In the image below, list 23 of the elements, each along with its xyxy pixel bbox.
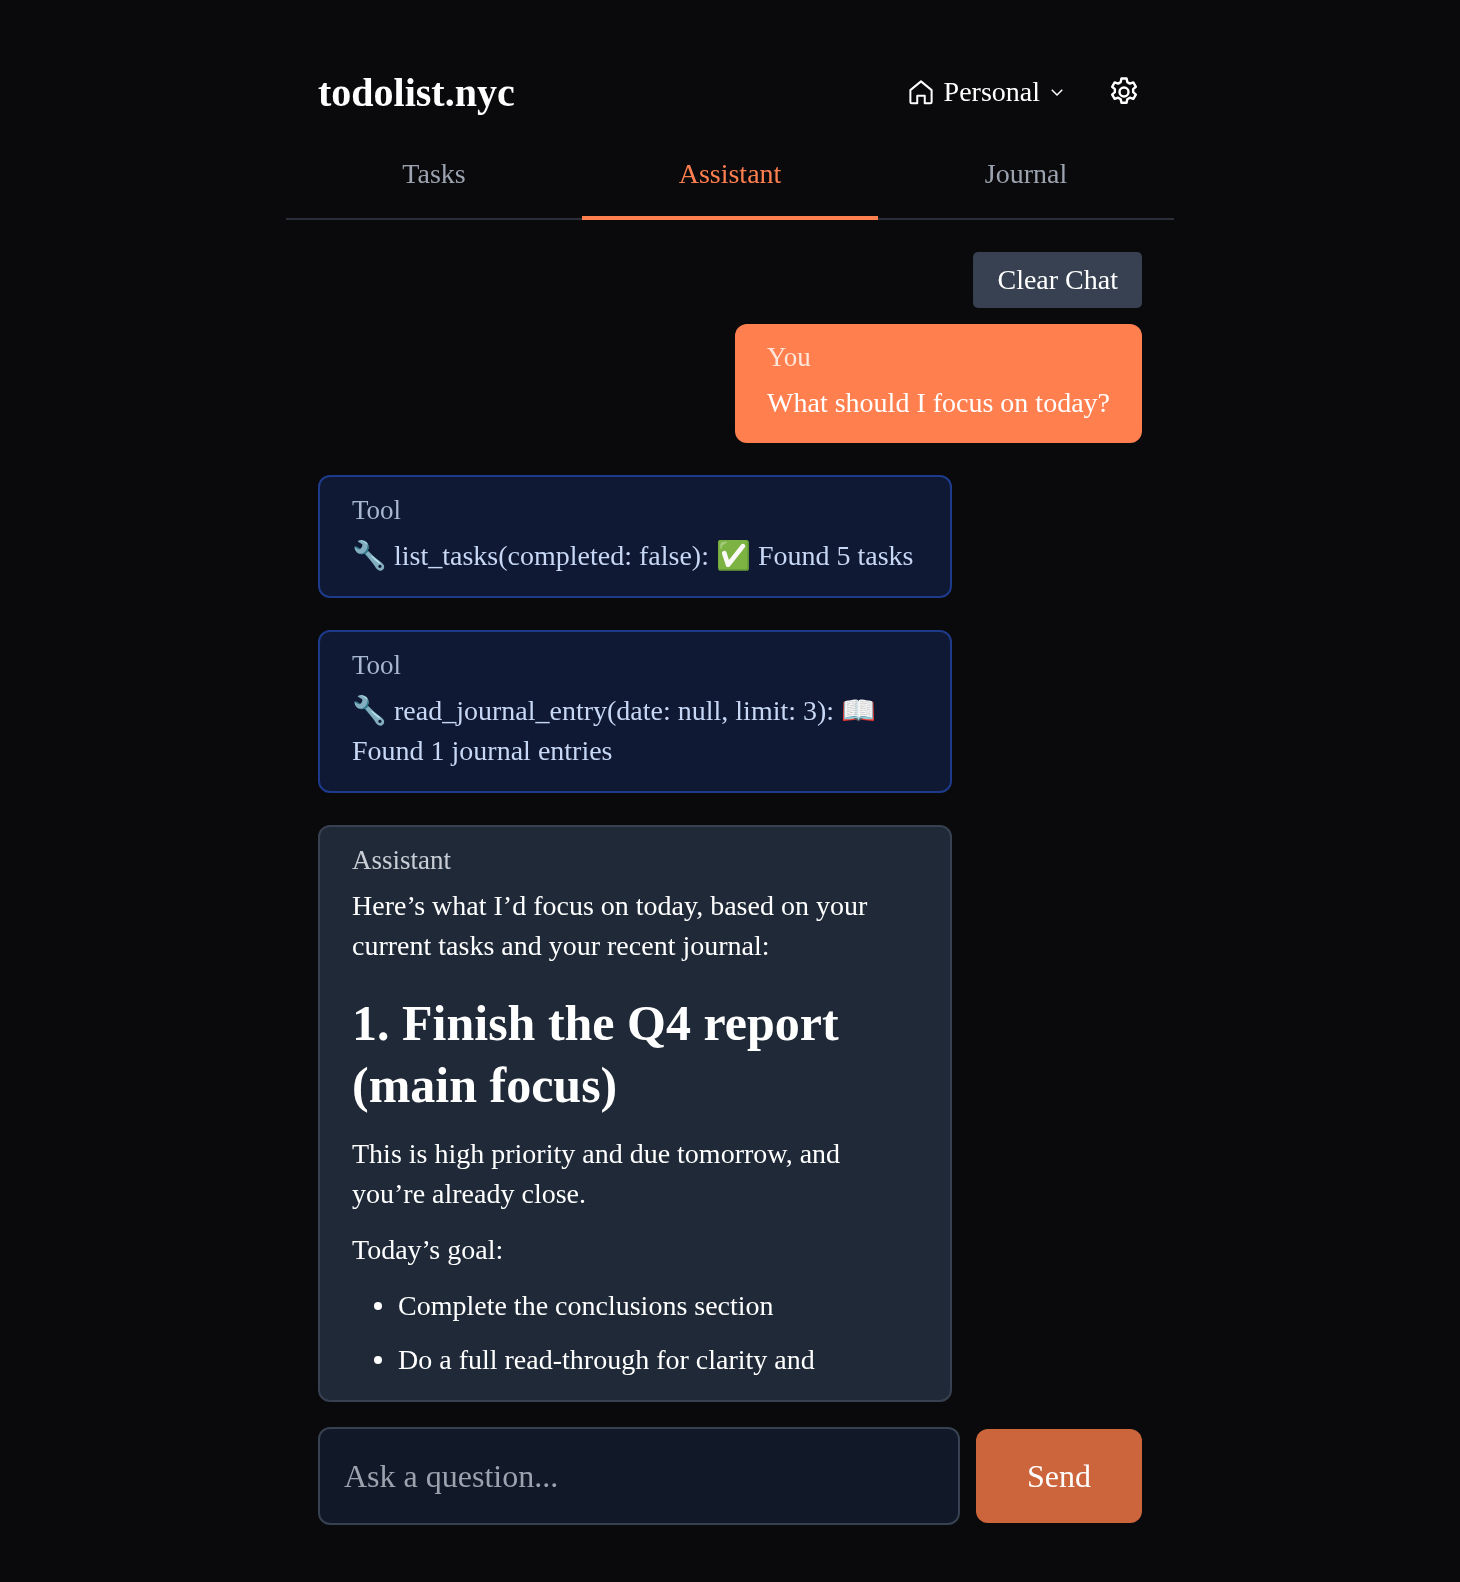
- bullet-icon: [374, 1302, 382, 1310]
- sender-label: You: [767, 342, 812, 373]
- sender-label: Tool: [352, 650, 403, 681]
- message-text: 🔧 list_tasks(completed: false): ✅ Found 5 tasks: [352, 539, 915, 573]
- workspace-dropdown[interactable]: Personal: [905, 76, 1066, 108]
- tab[interactable]: Assistant: [582, 138, 878, 220]
- question-input-field[interactable]: Ask a question...: [318, 1427, 960, 1525]
- message-paragraph: Today’s goal:: [352, 1233, 505, 1267]
- message-text: What should I focus on today?: [767, 386, 1110, 420]
- message-paragraph: Here’s what I’d focus on today, based on your current tasks and your recent journal:: [352, 889, 869, 963]
- sender-label: Assistant: [352, 845, 452, 876]
- message-paragraph: This is high priority and due tomorrow, and you’re already close.: [352, 1137, 842, 1211]
- bullet-icon: [374, 1356, 382, 1364]
- list-item-text: Do a full read-through for clarity and: [398, 1343, 815, 1377]
- app-logo[interactable]: todolist.nyc: [318, 68, 515, 116]
- send-button[interactable]: Send: [976, 1429, 1142, 1523]
- list-item-text: Complete the conclusions section: [398, 1289, 774, 1323]
- tab[interactable]: Journal: [878, 138, 1174, 220]
- clear-chat-button[interactable]: Clear Chat: [973, 252, 1142, 308]
- tab[interactable]: Tasks: [286, 138, 582, 220]
- message-text: 🔧 read_journal_entry(date: null, limit: 3): 📖 Found 1 journal entries: [352, 694, 878, 768]
- sender-label: Tool: [352, 495, 403, 526]
- message-heading: 1. Finish the Q4 report (main focus): [352, 994, 840, 1115]
